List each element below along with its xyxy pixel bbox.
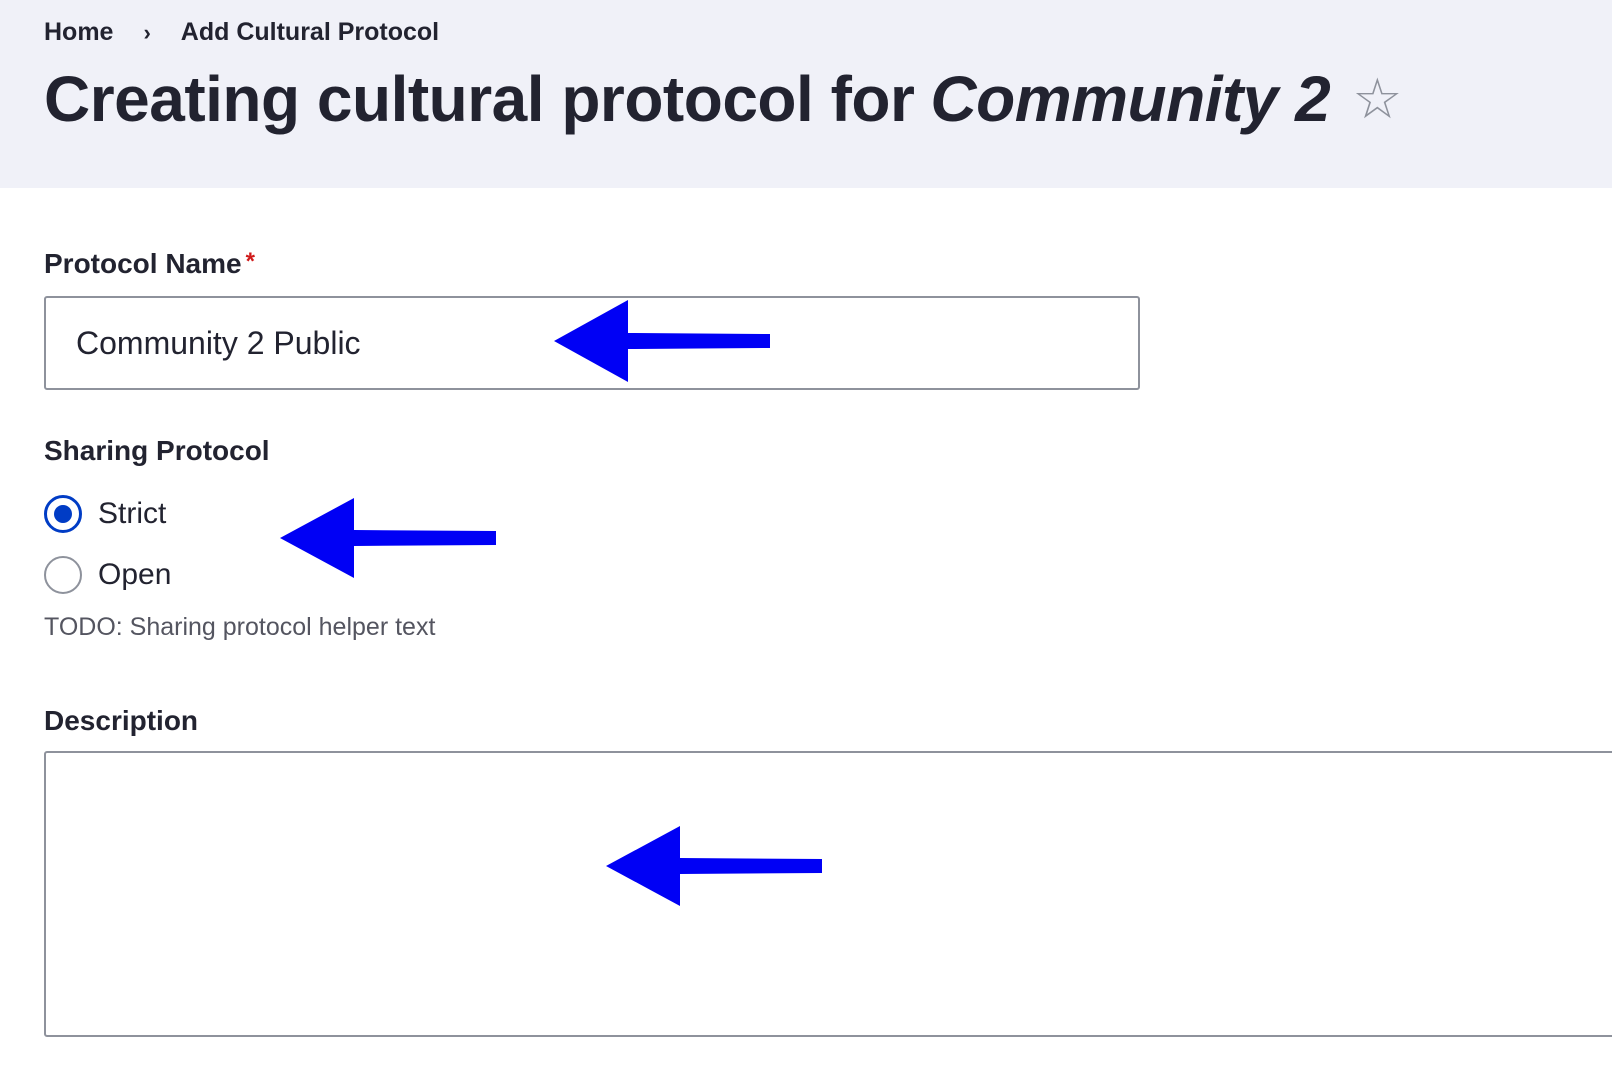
required-marker: * <box>245 248 255 275</box>
annotation-arrow-left-icon <box>606 826 822 906</box>
page-title: Creating cultural protocol for Community… <box>44 62 1402 136</box>
annotation-arrow-left-icon <box>554 300 770 382</box>
radio-open-unchecked[interactable] <box>44 556 82 594</box>
protocol-name-label-text: Protocol Name <box>44 248 242 279</box>
sharing-protocol-label: Sharing Protocol <box>44 435 270 466</box>
annotation-arrow-shape <box>280 498 496 578</box>
radio-strict-checked[interactable] <box>44 495 82 533</box>
annotation-arrow-shape <box>606 826 822 906</box>
breadcrumb-current: Add Cultural Protocol <box>180 18 440 46</box>
breadcrumb: Home › Add Cultural Protocol <box>44 18 439 47</box>
radio-open-label[interactable]: Open <box>98 558 171 592</box>
radio-strict-label[interactable]: Strict <box>98 497 166 531</box>
protocol-name-label: Protocol Name * <box>44 248 255 280</box>
breadcrumb-home-link[interactable]: Home <box>44 18 113 47</box>
page-title-prefix: Creating cultural protocol for <box>44 63 915 135</box>
breadcrumb-separator-icon: › <box>143 19 151 45</box>
page-header: Home › Add Cultural Protocol Creating cu… <box>0 0 1612 188</box>
page-title-community: Community 2 <box>930 63 1331 135</box>
annotation-arrow-shape <box>554 300 770 382</box>
description-textarea[interactable] <box>44 751 1612 1037</box>
radio-option-strict[interactable]: Strict <box>44 495 166 533</box>
star-icon[interactable]: ☆ <box>1352 66 1402 132</box>
sharing-protocol-helper-text: TODO: Sharing protocol helper text <box>44 613 436 641</box>
annotation-arrow-left-icon <box>280 498 496 578</box>
description-label: Description <box>44 705 199 736</box>
radio-option-open[interactable]: Open <box>44 556 171 594</box>
